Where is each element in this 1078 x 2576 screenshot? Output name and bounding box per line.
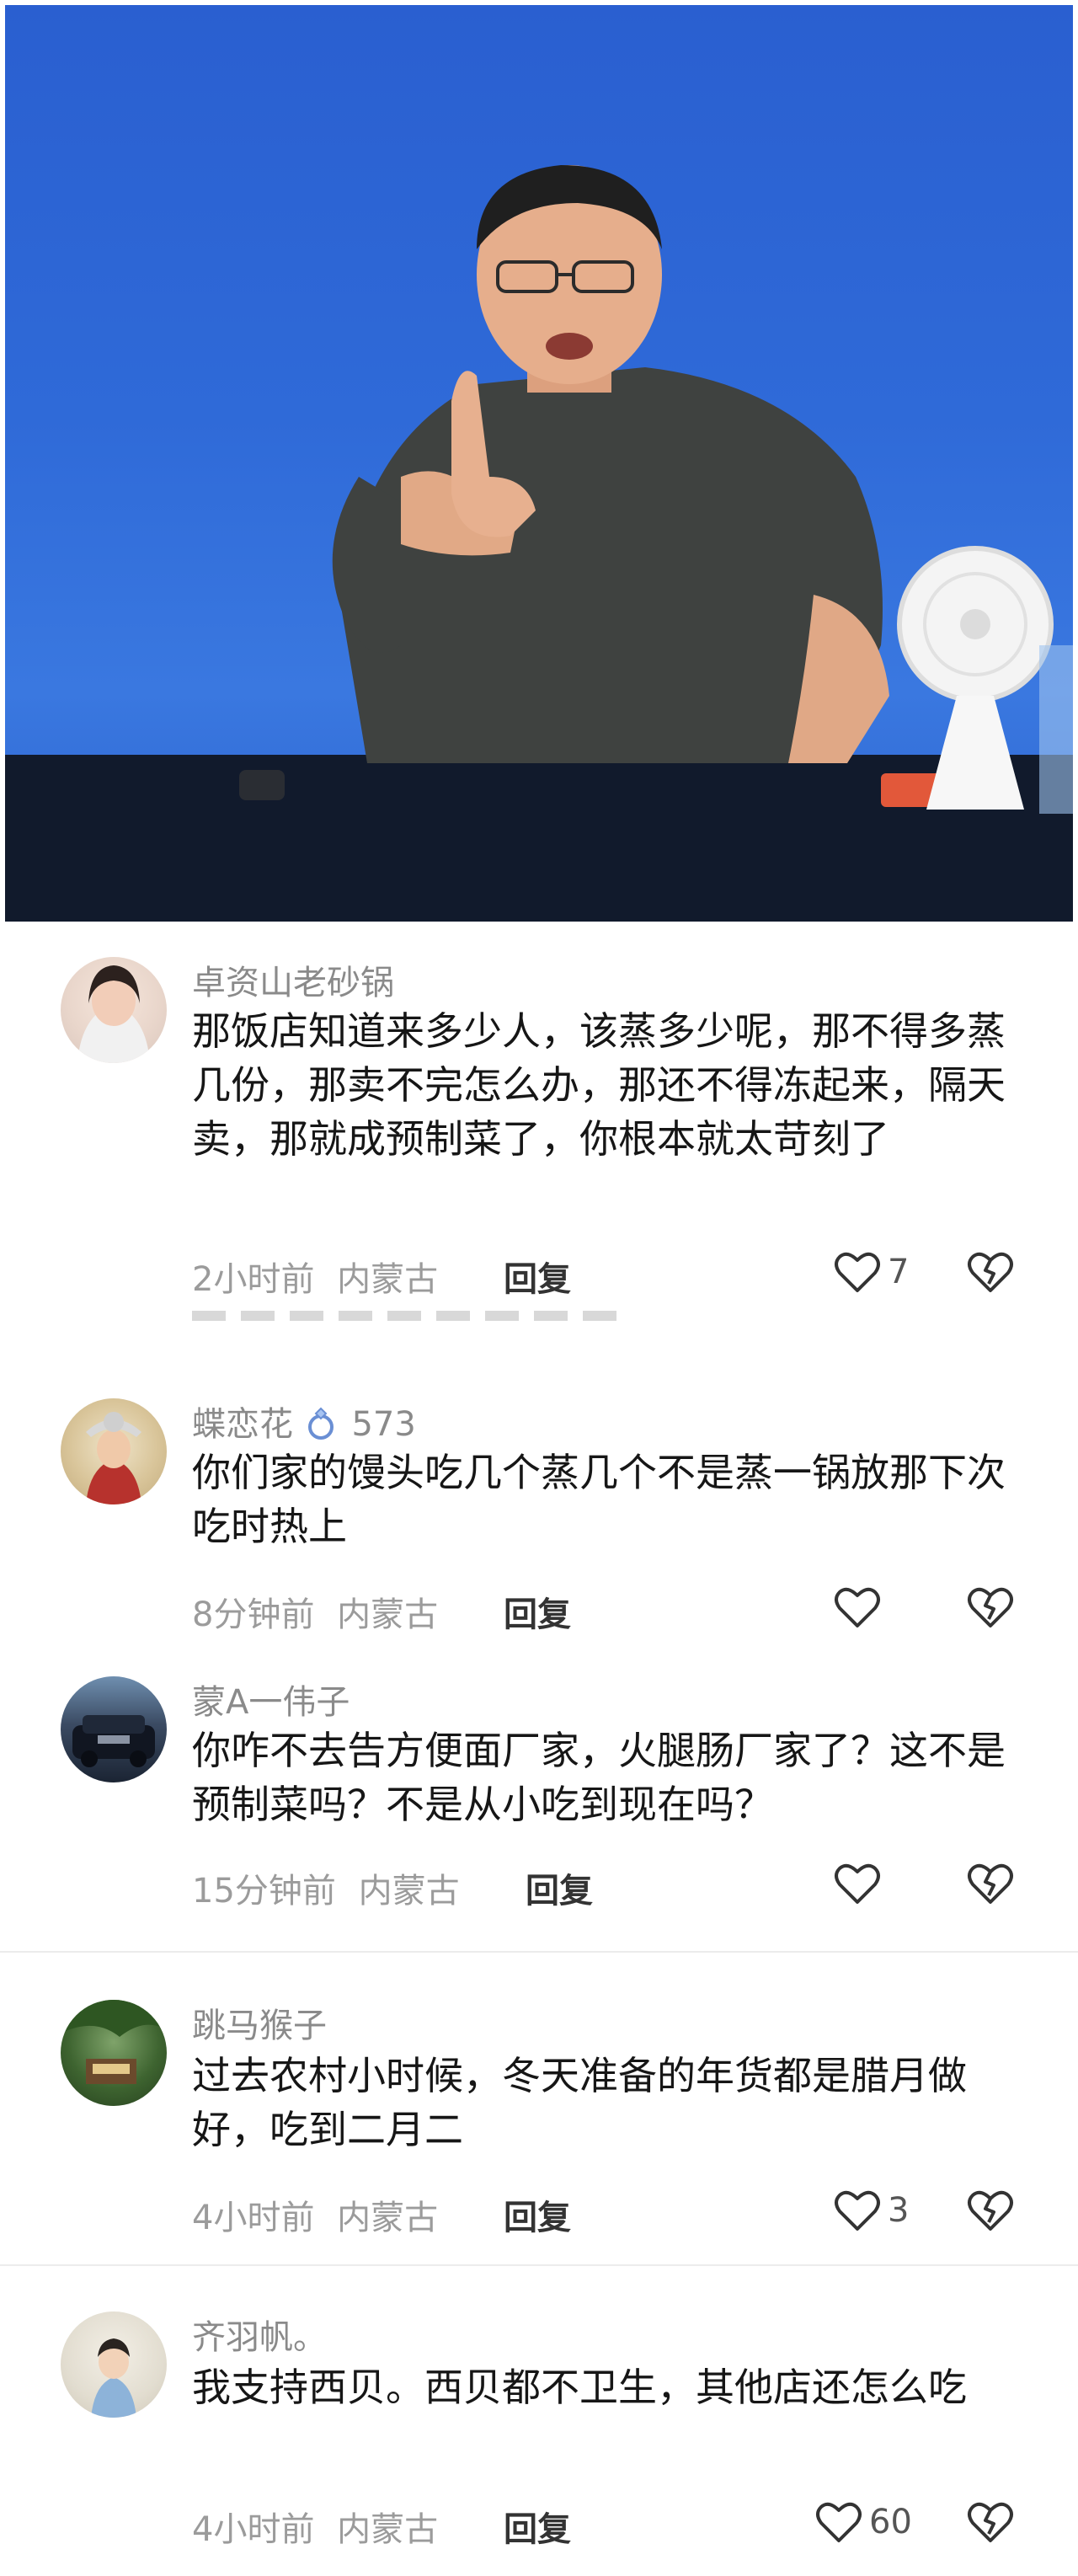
broken-heart-icon[interactable] — [967, 1585, 1014, 1629]
username[interactable]: 蒙A一伟子 — [192, 1675, 350, 1724]
speaker-illustration — [5, 165, 1073, 922]
heart-icon — [835, 1863, 880, 1904]
username[interactable]: 蝶恋花 — [192, 1405, 293, 1444]
badge-count: 573 — [351, 1405, 416, 1444]
like-count: 60 — [869, 2503, 912, 2541]
comment-meta: 4小时前 内蒙古 — [192, 2502, 438, 2551]
reply-button[interactable]: 回复 — [504, 1252, 571, 1301]
comment-item: 跳马猴子 过去农村小时候，冬天准备的年货都是腊月做好，吃到二月二 4小时前 内蒙… — [0, 1985, 1078, 2254]
comment-time: 4小时前 — [192, 2199, 315, 2237]
comment-text: 你们家的馒头吃几个蒸几个不是蒸一锅放那下次吃时热上 — [192, 1450, 1006, 1549]
like-count: 7 — [888, 1253, 910, 1291]
broken-heart-icon[interactable] — [967, 2189, 1014, 2232]
reply-button[interactable]: 回复 — [504, 2502, 571, 2551]
like-button[interactable] — [834, 1584, 888, 1631]
divider — [0, 1951, 1078, 1953]
username[interactable]: 齐羽帆。 — [192, 2310, 327, 2359]
heart-icon — [816, 2502, 862, 2542]
comment-time: 15分钟前 — [192, 1872, 336, 1911]
heart-icon — [835, 1252, 880, 1292]
like-count: 3 — [888, 2191, 910, 2230]
comment-time: 8分钟前 — [192, 1595, 315, 1634]
avatar[interactable] — [61, 1676, 167, 1782]
comment-meta: 2小时前 内蒙古 — [192, 1252, 438, 1301]
reply-button[interactable]: 回复 — [504, 2190, 571, 2239]
comment-text: 我支持西贝。西贝都不卫生，其他店还怎么吃 — [192, 2365, 967, 2410]
like-button[interactable]: 60 — [815, 2499, 912, 2546]
heart-icon — [835, 1587, 880, 1627]
comment-text: 过去农村小时候，冬天准备的年货都是腊月做好，吃到二月二 — [192, 2053, 967, 2152]
comment-meta: 8分钟前 内蒙古 — [192, 1587, 438, 1636]
avatar[interactable] — [61, 2000, 167, 2106]
username[interactable]: 卓资山老砂锅 — [192, 955, 394, 1004]
avatar[interactable] — [61, 957, 167, 1063]
comment-location: 内蒙古 — [358, 1872, 460, 1911]
comment-location: 内蒙古 — [337, 2510, 439, 2549]
ring-icon — [307, 1407, 334, 1440]
broken-heart-icon[interactable] — [967, 2500, 1014, 2544]
comment-item: 卓资山老砂锅 那饭店知道来多少人，该蒸多少呢，那不得多蒸几份，那卖不完怎么办，那… — [0, 943, 1078, 1314]
like-button[interactable] — [834, 1860, 888, 1907]
broken-heart-icon[interactable] — [967, 1862, 1014, 1905]
avatar[interactable] — [61, 2311, 167, 2418]
comment-item: 蒙A一伟子 你咋不去告方便面厂家，火腿肠厂家了？这不是预制菜吗？不是从小吃到现在… — [0, 1668, 1078, 1921]
username-with-badge: 蝶恋花 573 — [192, 1397, 416, 1446]
heart-icon — [835, 2190, 880, 2231]
like-button[interactable]: 3 — [834, 2187, 909, 2234]
comment-item: 齐羽帆。 我支持西贝。西贝都不卫生，其他店还怎么吃 4小时前 内蒙古 回复 60 — [0, 2296, 1078, 2574]
comment-item: 蝶恋花 573 你们家的馒头吃几个蒸几个不是蒸一锅放那下次吃时热上 8分钟前 内… — [0, 1382, 1078, 1651]
video-frame[interactable] — [5, 5, 1073, 922]
divider — [0, 2264, 1078, 2266]
comment-location: 内蒙古 — [337, 1595, 439, 1634]
comment-location: 内蒙古 — [337, 2199, 439, 2237]
comment-text: 那饭店知道来多少人，该蒸多少呢，那不得多蒸几份，那卖不完怎么办，那还不得冻起来，… — [192, 1008, 1006, 1162]
avatar[interactable] — [61, 1398, 167, 1504]
clipped-row — [192, 1311, 1034, 1321]
reply-button[interactable]: 回复 — [526, 1863, 593, 1912]
comment-time: 4小时前 — [192, 2510, 315, 2549]
comment-text: 你咋不去告方便面厂家，火腿肠厂家了？这不是预制菜吗？不是从小吃到现在吗？ — [192, 1728, 1006, 1827]
username[interactable]: 跳马猴子 — [192, 1998, 327, 2047]
broken-heart-icon[interactable] — [967, 1250, 1014, 1294]
comment-location: 内蒙古 — [337, 1260, 439, 1299]
comment-meta: 15分钟前 内蒙古 — [192, 1863, 460, 1912]
comment-time: 2小时前 — [192, 1260, 315, 1299]
reply-button[interactable]: 回复 — [504, 1587, 571, 1636]
like-button[interactable]: 7 — [834, 1248, 909, 1296]
comment-meta: 4小时前 内蒙古 — [192, 2190, 438, 2239]
